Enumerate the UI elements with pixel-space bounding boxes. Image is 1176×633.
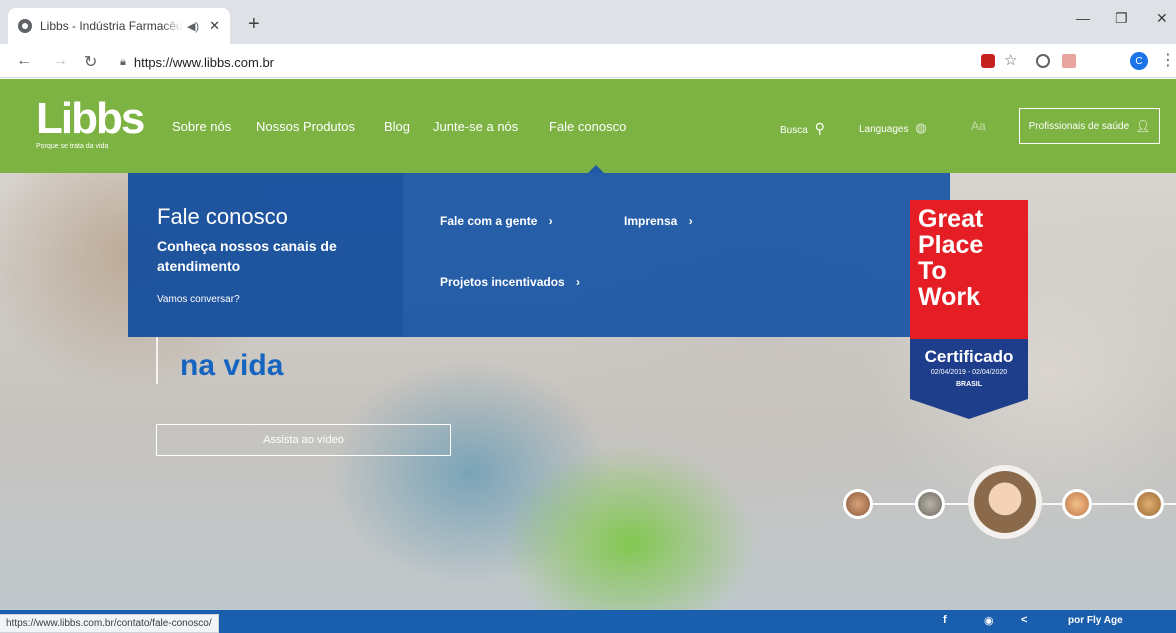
close-window-icon[interactable]: ✕ bbox=[1156, 10, 1168, 27]
site-header: Libbs Porque se trata da vida Sobre nós … bbox=[0, 79, 1176, 173]
web-page: Libbs Porque se trata da vida Sobre nós … bbox=[0, 79, 1176, 633]
url-text: https://www.libbs.com.br bbox=[133, 54, 275, 70]
logo-wordmark: Libbs bbox=[36, 94, 145, 143]
link-label: Projetos incentivados bbox=[440, 275, 565, 289]
link-label: Fale com a gente bbox=[440, 214, 538, 228]
tab-close-icon[interactable]: ✕ bbox=[209, 18, 220, 34]
carousel-thumb-5[interactable] bbox=[1134, 489, 1164, 519]
carousel-thumb-4[interactable] bbox=[1062, 489, 1092, 519]
globe-icon: ◍ bbox=[915, 120, 927, 135]
bookmark-star-icon[interactable]: ☆ bbox=[1004, 51, 1017, 69]
logo-tagline: Porque se trata da vida bbox=[36, 143, 109, 150]
link-label: Imprensa bbox=[624, 214, 678, 228]
user-icon: 👤︎ bbox=[1135, 119, 1151, 133]
carousel-thumb-2[interactable] bbox=[915, 489, 945, 519]
hero-title: na vida bbox=[180, 349, 284, 382]
address-bar: ← → ↻ 🔒︎ https://www.libbs.com.br ☆ ⋮ bbox=[0, 44, 1176, 78]
carousel-thumb-active[interactable] bbox=[968, 465, 1042, 539]
badge-line-2: Place bbox=[918, 231, 984, 259]
share-icon[interactable]: < bbox=[1021, 614, 1027, 626]
watch-video-button[interactable]: Assista ao vídeo bbox=[156, 424, 451, 456]
extension-icon[interactable] bbox=[981, 54, 995, 68]
languages-button[interactable]: Languages ◍ bbox=[859, 120, 927, 136]
professionals-button[interactable]: Profissionais de saúde 👤︎ bbox=[1019, 108, 1160, 144]
dropdown-cta[interactable]: Vamos conversar? bbox=[157, 294, 240, 305]
badge-line-4: Work bbox=[918, 283, 981, 311]
back-icon[interactable]: ← bbox=[16, 52, 32, 70]
nav-blog[interactable]: Blog bbox=[384, 119, 410, 134]
menu-icon[interactable]: ⋮ bbox=[1160, 50, 1176, 70]
browser-tab[interactable]: Libbs - Indústria Farmacêutica ◀︎) ✕ bbox=[8, 8, 230, 44]
search-button[interactable]: Busca ⚲ bbox=[780, 120, 825, 137]
badge-blue-panel: Certificado 02/04/2019 - 02/04/2020 BRAS… bbox=[910, 339, 1028, 399]
new-tab-icon[interactable]: + bbox=[248, 14, 260, 34]
facebook-icon[interactable]: f bbox=[943, 614, 947, 626]
great-place-to-work-badge: Great Place To Work Certificado 02/04/20… bbox=[910, 200, 1028, 419]
badge-line-3: To bbox=[918, 257, 947, 285]
profile-avatar[interactable]: C bbox=[1130, 52, 1148, 70]
footer-credit[interactable]: por Fly Age bbox=[1068, 615, 1123, 626]
tab-title: Libbs - Indústria Farmacêutica bbox=[40, 19, 183, 33]
badge-certified: Certificado bbox=[924, 347, 1014, 366]
badge-country: BRASIL bbox=[955, 381, 983, 388]
badge-dates: 02/04/2019 - 02/04/2020 bbox=[930, 369, 1008, 376]
badge-tip bbox=[910, 399, 1028, 419]
chevron-right-icon: › bbox=[548, 214, 553, 228]
dropdown-subtitle: Conheça nossos canais de atendimento bbox=[157, 238, 337, 274]
search-label: Busca bbox=[780, 125, 808, 136]
badge-red-panel: Great Place To Work bbox=[910, 200, 1028, 339]
status-url: https://www.libbs.com.br/contato/fale-co… bbox=[0, 614, 219, 633]
browser-tab-bar: Libbs - Indústria Farmacêutica ◀︎) ✕ + —… bbox=[0, 0, 1176, 44]
opera-extension-icon[interactable] bbox=[1036, 54, 1050, 68]
font-size-toggle[interactable]: Aa bbox=[971, 119, 986, 133]
site-logo[interactable]: Libbs Porque se trata da vida bbox=[36, 94, 145, 151]
minimize-icon[interactable]: — bbox=[1076, 10, 1090, 26]
fale-conosco-dropdown: Fale conosco Conheça nossos canais de at… bbox=[128, 173, 950, 337]
carousel-thumb-1[interactable] bbox=[843, 489, 873, 519]
site-favicon-icon bbox=[18, 19, 32, 33]
languages-label: Languages bbox=[859, 124, 909, 135]
lock-icon: 🔒︎ bbox=[120, 55, 126, 68]
nav-nossos-produtos[interactable]: Nossos Produtos bbox=[256, 119, 355, 134]
professionals-label: Profissionais de saúde bbox=[1028, 120, 1130, 132]
pdf-extension-icon[interactable] bbox=[1062, 54, 1076, 68]
restore-icon[interactable]: ❐ bbox=[1115, 10, 1128, 27]
nav-sobre-nos[interactable]: Sobre nós bbox=[172, 119, 231, 134]
chevron-right-icon: › bbox=[576, 275, 581, 289]
forward-icon[interactable]: → bbox=[52, 52, 68, 70]
badge-line-1: Great bbox=[918, 205, 984, 233]
link-imprensa[interactable]: Imprensa › bbox=[624, 214, 693, 228]
chevron-right-icon: › bbox=[688, 214, 693, 228]
link-projetos-incentivados[interactable]: Projetos incentivados › bbox=[440, 275, 580, 289]
dropdown-caret bbox=[588, 165, 604, 173]
search-icon: ⚲ bbox=[814, 120, 825, 136]
instagram-icon[interactable]: ◉ bbox=[984, 614, 994, 627]
audio-icon[interactable]: ◀︎) bbox=[187, 20, 199, 33]
dropdown-title: Fale conosco bbox=[157, 204, 288, 229]
nav-junte-se[interactable]: Junte-se a nós bbox=[433, 119, 518, 134]
link-fale-com-a-gente[interactable]: Fale com a gente › bbox=[440, 214, 553, 228]
url-field[interactable]: 🔒︎ https://www.libbs.com.br bbox=[112, 49, 957, 75]
nav-fale-conosco[interactable]: Fale conosco bbox=[549, 119, 626, 134]
reload-icon[interactable]: ↻ bbox=[84, 52, 97, 72]
